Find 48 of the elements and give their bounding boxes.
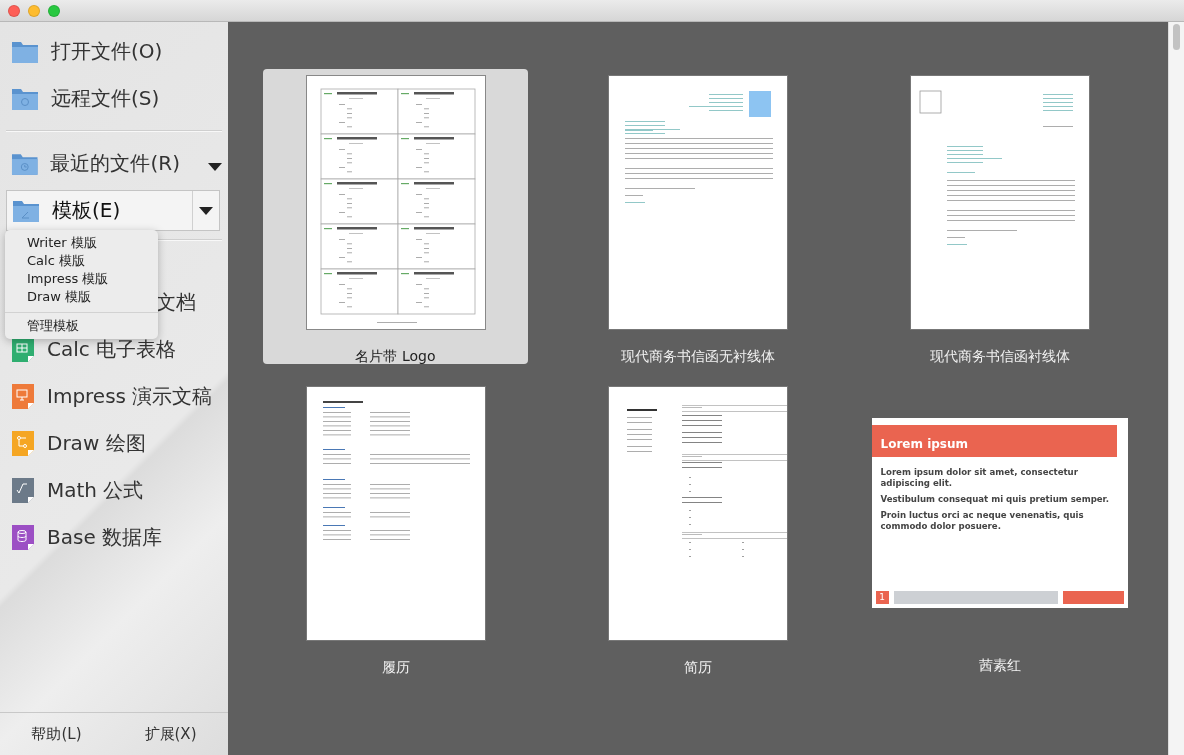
template-tile[interactable]: 名片带 Logo bbox=[263, 69, 528, 364]
template-tile[interactable]: 现代商务书信函无衬线体 bbox=[565, 69, 830, 364]
slide-title: Lorem ipsum bbox=[871, 424, 1117, 457]
template-tile[interactable]: 简历 bbox=[565, 380, 830, 675]
app-item[interactable]: Impress 演示文稿 bbox=[6, 373, 222, 420]
minimize-button[interactable] bbox=[28, 4, 40, 17]
close-button[interactable] bbox=[8, 4, 20, 17]
calc-document-icon bbox=[11, 336, 35, 363]
folder-icon bbox=[11, 39, 39, 64]
slide-number: 1 bbox=[875, 590, 889, 604]
menu-item[interactable]: Calc 模版 bbox=[5, 252, 158, 270]
template-name: 名片带 Logo bbox=[355, 348, 436, 366]
template-folder-icon bbox=[12, 198, 40, 223]
math-document-icon bbox=[11, 477, 35, 504]
base-document-icon bbox=[11, 524, 35, 551]
impress-document-icon bbox=[11, 383, 35, 410]
draw-document-icon bbox=[11, 430, 35, 457]
app-item[interactable]: Math 公式 bbox=[6, 467, 222, 514]
footer-button[interactable]: 扩展(X) bbox=[136, 720, 205, 748]
app-item[interactable]: Draw 绘图 bbox=[6, 420, 222, 467]
templates-button[interactable]: 模板(E) bbox=[6, 190, 220, 231]
recent-files-item[interactable]: 最近的文件(R) bbox=[6, 140, 222, 187]
scrollbar[interactable] bbox=[1168, 22, 1184, 755]
slide-text: Vestibulum consequat mi quis pretium semper. bbox=[880, 493, 1110, 505]
template-name: 茜素红 bbox=[978, 657, 1021, 675]
zoom-button[interactable] bbox=[48, 4, 60, 17]
sidebar-item[interactable]: 远程文件(S) bbox=[6, 75, 222, 122]
app-item[interactable]: Base 数据库 bbox=[6, 514, 222, 561]
template-name: 履历 bbox=[381, 659, 410, 677]
network-folder-icon bbox=[11, 86, 39, 111]
template-tile[interactable]: Lorem ipsum Lorem ipsum dolor sit amet, consectetur adipiscing elit. Vestibulum consequat mi quis pretium semper. Proin luctus orci ac neque venenatis, quis commodo dolor posuere. 1 茜素红 bbox=[867, 380, 1132, 675]
menu-item[interactable]: Impress 模版 bbox=[5, 270, 158, 288]
scroll-thumb[interactable] bbox=[1173, 24, 1180, 50]
template-name: 简历 bbox=[683, 659, 712, 677]
template-name: 现代商务书信函衬线体 bbox=[929, 348, 1070, 366]
menu-item[interactable]: 管理模板 bbox=[5, 317, 158, 335]
sidebar-item[interactable]: 打开文件(O) bbox=[6, 28, 222, 75]
clock-folder-icon bbox=[11, 151, 39, 176]
footer-button[interactable]: 帮助(L) bbox=[23, 720, 90, 748]
slide-text: Lorem ipsum dolor sit amet, consectetur adipiscing elit. bbox=[880, 466, 1079, 489]
caret-icon[interactable] bbox=[208, 162, 222, 171]
template-tile[interactable]: 现代商务书信函衬线体 bbox=[867, 69, 1132, 364]
slide-text: Proin luctus orci ac neque venenatis, quis commodo dolor posuere. bbox=[880, 509, 1085, 532]
caret-icon[interactable] bbox=[199, 206, 213, 215]
template-tile[interactable]: 履历 bbox=[263, 380, 528, 675]
template-name: 现代商务书信函无衬线体 bbox=[620, 348, 775, 366]
menu-item[interactable]: Draw 模版 bbox=[5, 288, 158, 306]
menu-item[interactable]: Writer 模版 bbox=[5, 234, 158, 252]
